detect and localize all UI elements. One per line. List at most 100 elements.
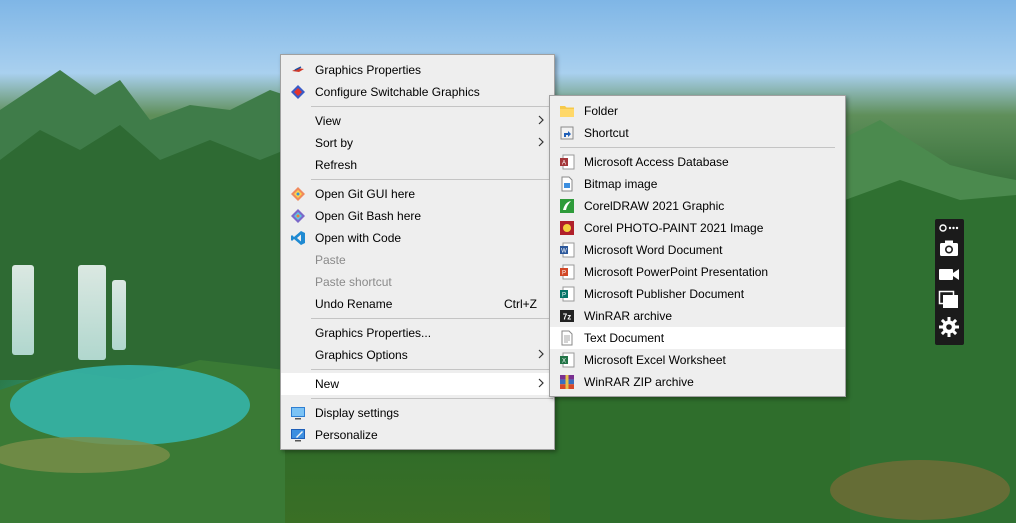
menu-item-label: Sort by <box>315 136 354 150</box>
word-icon: W <box>560 242 575 258</box>
pin-more-icon[interactable] <box>938 221 960 235</box>
new-item-coreldraw-graphic[interactable]: CorelDRAW 2021 Graphic <box>550 195 845 217</box>
menu-item-label: WinRAR archive <box>584 309 673 323</box>
video-camera-icon[interactable] <box>938 263 960 285</box>
svg-text:A: A <box>562 161 566 167</box>
photopaint-icon <box>560 221 574 235</box>
text-document-icon <box>561 330 573 346</box>
gear-icon[interactable] <box>938 316 960 338</box>
keyboard-shortcut: Ctrl+Z <box>504 297 537 311</box>
menu-item-view[interactable]: View <box>281 110 554 132</box>
excel-icon: X <box>560 352 575 368</box>
chevron-right-icon <box>538 115 544 125</box>
menu-item-sort-by[interactable]: Sort by <box>281 132 554 154</box>
new-submenu: Folder Shortcut A Microsoft Access Datab… <box>549 95 846 397</box>
chevron-right-icon <box>538 378 544 388</box>
desktop-context-menu: Graphics Properties Configure Switchable… <box>280 54 555 450</box>
menu-item-new[interactable]: New <box>281 373 554 395</box>
chevron-right-icon <box>538 137 544 147</box>
menu-item-undo-rename[interactable]: Undo Rename Ctrl+Z <box>281 293 554 315</box>
winrar-zip-icon <box>560 375 574 389</box>
menu-item-label: Graphics Properties <box>315 63 422 77</box>
display-settings-icon <box>291 407 305 420</box>
menu-item-label: Configure Switchable Graphics <box>315 85 480 99</box>
git-gui-icon <box>291 187 305 201</box>
menu-item-label: Open Git GUI here <box>315 187 416 201</box>
menu-item-label: New <box>315 377 340 391</box>
menu-item-refresh[interactable]: Refresh <box>281 154 554 176</box>
new-item-excel-worksheet[interactable]: X Microsoft Excel Worksheet <box>550 349 845 371</box>
svg-text:W: W <box>561 249 567 255</box>
menu-item-label: Graphics Options <box>315 348 408 362</box>
menu-item-label: Microsoft Access Database <box>584 155 729 169</box>
menu-item-paste-shortcut: Paste shortcut <box>281 271 554 293</box>
menu-item-label: Text Document <box>584 331 665 345</box>
new-item-photopaint-image[interactable]: Corel PHOTO-PAINT 2021 Image <box>550 217 845 239</box>
menu-separator <box>311 318 553 319</box>
menu-item-label: Display settings <box>315 406 400 420</box>
menu-item-label: Microsoft Word Document <box>584 243 723 257</box>
winrar-7z-icon: 7z <box>560 310 574 322</box>
menu-item-label: Bitmap image <box>584 177 658 191</box>
menu-item-label: Personalize <box>315 428 378 442</box>
personalize-icon <box>291 429 305 442</box>
new-item-access-database[interactable]: A Microsoft Access Database <box>550 151 845 173</box>
menu-item-label: Folder <box>584 104 619 118</box>
menu-item-graphics-properties[interactable]: Graphics Properties <box>281 59 554 81</box>
new-item-powerpoint-presentation[interactable]: P Microsoft PowerPoint Presentation <box>550 261 845 283</box>
new-item-word-document[interactable]: W Microsoft Word Document <box>550 239 845 261</box>
menu-item-open-git-bash[interactable]: Open Git Bash here <box>281 205 554 227</box>
new-item-bitmap-image[interactable]: Bitmap image <box>550 173 845 195</box>
menu-item-graphics-options[interactable]: Graphics Options <box>281 344 554 366</box>
new-item-winrar-zip-archive[interactable]: WinRAR ZIP archive <box>550 371 845 393</box>
svg-text:7z: 7z <box>563 313 571 322</box>
menu-item-label: Microsoft Publisher Document <box>584 287 745 301</box>
bitmap-icon <box>561 176 573 192</box>
menu-item-label: CorelDRAW 2021 Graphic <box>584 199 725 213</box>
svg-text:P: P <box>562 293 566 299</box>
new-item-publisher-document[interactable]: P Microsoft Publisher Document <box>550 283 845 305</box>
menu-item-label: Open with Code <box>315 231 402 245</box>
waterfall <box>12 265 34 355</box>
powerpoint-icon: P <box>560 264 575 280</box>
camera-icon[interactable] <box>938 237 960 259</box>
menu-item-configure-switchable-graphics[interactable]: Configure Switchable Graphics <box>281 81 554 103</box>
menu-item-personalize[interactable]: Personalize <box>281 424 554 446</box>
svg-text:X: X <box>562 359 566 365</box>
shortcut-icon <box>560 126 574 140</box>
menu-item-display-settings[interactable]: Display settings <box>281 402 554 424</box>
git-bash-icon <box>291 209 305 223</box>
menu-item-label: Paste shortcut <box>315 275 392 289</box>
new-item-shortcut[interactable]: Shortcut <box>550 122 845 144</box>
menu-item-label: Open Git Bash here <box>315 209 422 223</box>
menu-item-label: Undo Rename <box>315 297 393 311</box>
menu-separator <box>311 369 553 370</box>
svg-text:P: P <box>562 271 566 277</box>
new-item-folder[interactable]: Folder <box>550 100 845 122</box>
menu-item-graphics-properties-dialog[interactable]: Graphics Properties... <box>281 322 554 344</box>
coreldraw-icon <box>560 199 574 213</box>
menu-separator <box>311 398 553 399</box>
menu-item-open-with-code[interactable]: Open with Code <box>281 227 554 249</box>
menu-item-label: WinRAR ZIP archive <box>584 375 694 389</box>
publisher-icon: P <box>560 286 575 302</box>
menu-item-label: Refresh <box>315 158 358 172</box>
intel-graphics-icon <box>292 66 304 72</box>
menu-item-paste: Paste <box>281 249 554 271</box>
menu-item-label: Shortcut <box>584 126 629 140</box>
menu-item-label: Microsoft PowerPoint Presentation <box>584 265 769 279</box>
menu-item-open-git-gui[interactable]: Open Git GUI here <box>281 183 554 205</box>
new-item-winrar-archive[interactable]: 7z WinRAR archive <box>550 305 845 327</box>
new-item-text-document[interactable]: Text Document <box>550 327 845 349</box>
chevron-right-icon <box>538 349 544 359</box>
vscode-icon <box>291 231 305 245</box>
menu-item-label: Corel PHOTO-PAINT 2021 Image <box>584 221 764 235</box>
menu-item-label: View <box>315 114 341 128</box>
menu-item-label: Microsoft Excel Worksheet <box>584 353 726 367</box>
folder-icon <box>560 106 574 117</box>
menu-separator <box>560 147 835 148</box>
amd-graphics-icon <box>291 85 305 99</box>
access-icon: A <box>560 154 575 170</box>
menu-separator <box>311 106 553 107</box>
window-capture-icon[interactable] <box>938 289 960 311</box>
